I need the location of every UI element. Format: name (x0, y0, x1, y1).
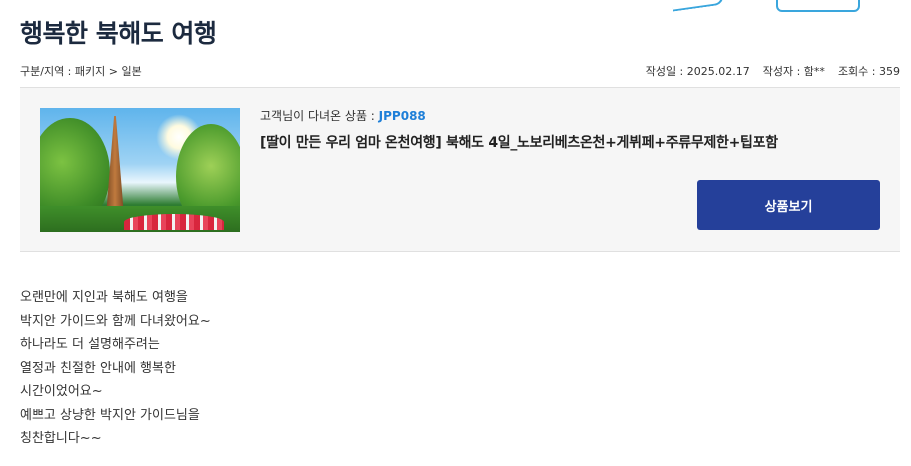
product-label: 고객님이 다녀온 상품 : JPP088 (260, 107, 426, 124)
product-card: 고객님이 다녀온 상품 : JPP088 [딸이 만든 우리 엄마 온천여행] … (20, 87, 900, 252)
header-decoration (671, 0, 725, 12)
content-line: 박지안 가이드와 함께 다녀왔어요~ (20, 313, 211, 329)
content-line: 하나라도 더 설명해주려는 (20, 337, 160, 352)
content-line: 칭찬합니다~~ (20, 431, 102, 446)
content-line: 오랜만에 지인과 북해도 여행을 (20, 290, 188, 305)
review-title: 행복한 북해도 여행 (20, 19, 217, 48)
review-meta: 구분/지역 : 패키지 > 일본 작성일 : 2025.02.17 작성자 : … (20, 62, 900, 80)
content-line: 예쁘고 상냥한 박지안 가이드님을 (20, 407, 200, 423)
product-title[interactable]: [딸이 만든 우리 엄마 온천여행] 북해도 4일_노보리베츠온천+게뷔페+주류… (260, 132, 778, 152)
review-content: 오랜만에 지인과 북해도 여행을 박지안 가이드와 함께 다녀왔어요~ 하나라도… (20, 286, 211, 451)
content-line: 시간이었어요~ (20, 384, 103, 399)
views-text: 조회수 : 359 (837, 65, 900, 78)
review-info: 작성일 : 2025.02.17 작성자 : 함** 조회수 : 359 (646, 63, 900, 79)
product-thumbnail[interactable] (40, 108, 240, 232)
product-code: JPP088 (378, 109, 426, 123)
view-product-button[interactable]: 상품보기 (697, 180, 880, 230)
product-label-text: 고객님이 다녀온 상품 : (260, 109, 379, 123)
date-text: 작성일 : 2025.02.17 (645, 65, 750, 78)
content-line: 열정과 친절한 안내에 행복한 (20, 360, 176, 376)
header-button[interactable] (776, 0, 860, 12)
author-text: 작성자 : 함** (762, 65, 825, 78)
category-text: 구분/지역 : 패키지 > 일본 (20, 65, 142, 78)
